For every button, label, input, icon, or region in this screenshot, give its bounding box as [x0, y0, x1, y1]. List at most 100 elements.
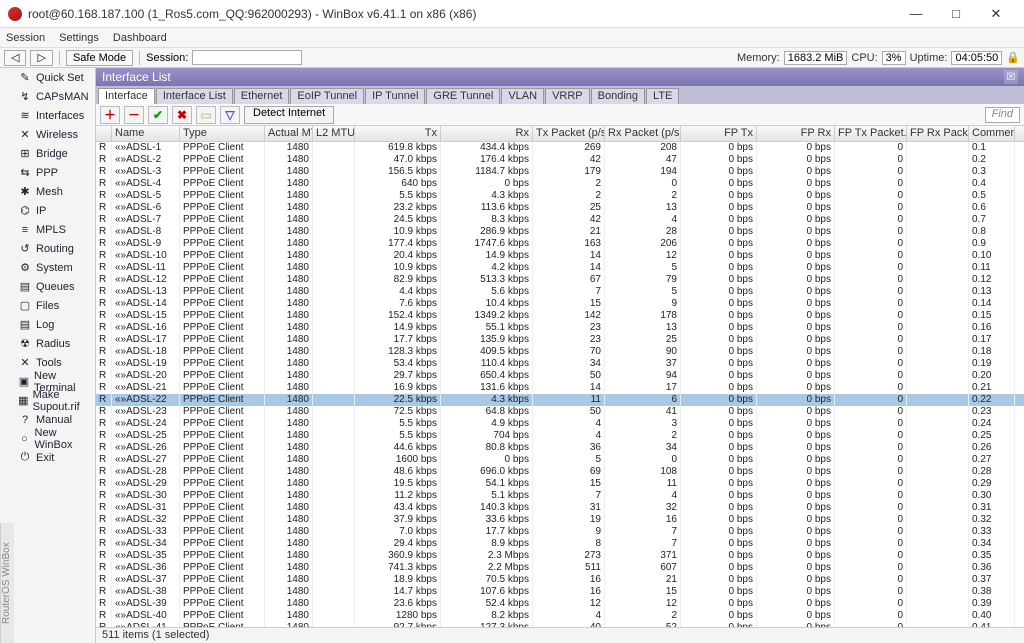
comment-button[interactable]: ▭: [196, 106, 216, 124]
remove-button[interactable]: －: [124, 106, 144, 124]
table-row[interactable]: R«»ADSL-37PPPoE Client148018.9 kbps70.5 …: [96, 574, 1024, 586]
table-row[interactable]: R«»ADSL-36PPPoE Client1480741.3 kbps2.2 …: [96, 562, 1024, 574]
sidebar-item-queues[interactable]: ▤Queues: [14, 277, 95, 296]
col-header[interactable]: Tx Packet (p/s): [533, 126, 605, 141]
table-row[interactable]: R«»ADSL-12PPPoE Client148082.9 kbps513.3…: [96, 274, 1024, 286]
table-row[interactable]: R«»ADSL-20PPPoE Client148029.7 kbps650.4…: [96, 370, 1024, 382]
table-row[interactable]: R«»ADSL-40PPPoE Client14801280 bps8.2 kb…: [96, 610, 1024, 622]
add-button[interactable]: ＋: [100, 106, 120, 124]
sidebar-item-routing[interactable]: ↺Routing: [14, 239, 95, 258]
col-header[interactable]: Name: [112, 126, 180, 141]
sidebar-item-bridge[interactable]: ⊞Bridge: [14, 144, 95, 163]
session-input[interactable]: [192, 50, 302, 65]
sidebar-item-wireless[interactable]: ✕Wireless: [14, 125, 95, 144]
maximize-button[interactable]: □: [936, 1, 976, 27]
grid-body[interactable]: R«»ADSL-1PPPoE Client1480619.8 kbps434.4…: [96, 142, 1024, 627]
sidebar-item-ip[interactable]: ⌬IP: [14, 201, 95, 220]
table-row[interactable]: R«»ADSL-19PPPoE Client148053.4 kbps110.4…: [96, 358, 1024, 370]
tab-ip-tunnel[interactable]: IP Tunnel: [365, 88, 425, 104]
tab-ethernet[interactable]: Ethernet: [234, 88, 290, 104]
safe-mode-button[interactable]: Safe Mode: [66, 50, 133, 66]
col-header[interactable]: Tx: [355, 126, 441, 141]
table-row[interactable]: R«»ADSL-31PPPoE Client148043.4 kbps140.3…: [96, 502, 1024, 514]
col-header[interactable]: Rx: [441, 126, 533, 141]
back-button[interactable]: ◁: [4, 50, 26, 66]
table-row[interactable]: R«»ADSL-39PPPoE Client148023.6 kbps52.4 …: [96, 598, 1024, 610]
inner-window-header[interactable]: Interface List ☒: [96, 68, 1024, 86]
enable-button[interactable]: ✔: [148, 106, 168, 124]
table-row[interactable]: R«»ADSL-4PPPoE Client1480640 bps0 bps200…: [96, 178, 1024, 190]
tab-lte[interactable]: LTE: [646, 88, 679, 104]
table-row[interactable]: R«»ADSL-24PPPoE Client14805.5 kbps4.9 kb…: [96, 418, 1024, 430]
col-header[interactable]: Actual MTU: [265, 126, 313, 141]
col-header[interactable]: Type: [180, 126, 265, 141]
table-row[interactable]: R«»ADSL-32PPPoE Client148037.9 kbps33.6 …: [96, 514, 1024, 526]
table-row[interactable]: R«»ADSL-29PPPoE Client148019.5 kbps54.1 …: [96, 478, 1024, 490]
tab-vlan[interactable]: VLAN: [501, 88, 544, 104]
col-header[interactable]: L2 MTU: [313, 126, 355, 141]
tab-interface-list[interactable]: Interface List: [156, 88, 233, 104]
table-row[interactable]: R«»ADSL-2PPPoE Client148047.0 kbps176.4 …: [96, 154, 1024, 166]
col-header[interactable]: FP Rx Packet...: [907, 126, 969, 141]
table-row[interactable]: R«»ADSL-27PPPoE Client14801600 bps0 bps5…: [96, 454, 1024, 466]
table-row[interactable]: R«»ADSL-34PPPoE Client148029.4 kbps8.9 k…: [96, 538, 1024, 550]
table-row[interactable]: R«»ADSL-13PPPoE Client14804.4 kbps5.6 kb…: [96, 286, 1024, 298]
sidebar-item-interfaces[interactable]: ≋Interfaces: [14, 106, 95, 125]
table-row[interactable]: R«»ADSL-14PPPoE Client14807.6 kbps10.4 k…: [96, 298, 1024, 310]
menu-session[interactable]: Session: [6, 32, 45, 44]
table-row[interactable]: R«»ADSL-33PPPoE Client14807.0 kbps17.7 k…: [96, 526, 1024, 538]
table-row[interactable]: R«»ADSL-41PPPoE Client148092.7 kbps127.3…: [96, 622, 1024, 627]
inner-close-button[interactable]: ☒: [1004, 70, 1018, 84]
col-header[interactable]: [96, 126, 112, 141]
table-row[interactable]: R«»ADSL-21PPPoE Client148016.9 kbps131.6…: [96, 382, 1024, 394]
table-row[interactable]: R«»ADSL-1PPPoE Client1480619.8 kbps434.4…: [96, 142, 1024, 154]
menu-dashboard[interactable]: Dashboard: [113, 32, 167, 44]
tab-eoip-tunnel[interactable]: EoIP Tunnel: [290, 88, 364, 104]
sidebar-item-mpls[interactable]: ≡MPLS: [14, 220, 95, 239]
table-row[interactable]: R«»ADSL-17PPPoE Client148017.7 kbps135.9…: [96, 334, 1024, 346]
filter-button[interactable]: ▽: [220, 106, 240, 124]
find-input[interactable]: Find: [985, 107, 1020, 123]
table-row[interactable]: R«»ADSL-35PPPoE Client1480360.9 kbps2.3 …: [96, 550, 1024, 562]
table-row[interactable]: R«»ADSL-11PPPoE Client148010.9 kbps4.2 k…: [96, 262, 1024, 274]
col-header[interactable]: FP Tx Packet...: [835, 126, 907, 141]
col-header[interactable]: FP Tx: [681, 126, 757, 141]
table-row[interactable]: R«»ADSL-30PPPoE Client148011.2 kbps5.1 k…: [96, 490, 1024, 502]
sidebar-item-ppp[interactable]: ⇆PPP: [14, 163, 95, 182]
table-row[interactable]: R«»ADSL-5PPPoE Client14805.5 kbps4.3 kbp…: [96, 190, 1024, 202]
col-header[interactable]: FP Rx: [757, 126, 835, 141]
sidebar-item-files[interactable]: ▢Files: [14, 296, 95, 315]
table-row[interactable]: R«»ADSL-8PPPoE Client148010.9 kbps286.9 …: [96, 226, 1024, 238]
table-row[interactable]: R«»ADSL-18PPPoE Client1480128.3 kbps409.…: [96, 346, 1024, 358]
tab-vrrp[interactable]: VRRP: [545, 88, 590, 104]
table-row[interactable]: R«»ADSL-3PPPoE Client1480156.5 kbps1184.…: [96, 166, 1024, 178]
table-row[interactable]: R«»ADSL-6PPPoE Client148023.2 kbps113.6 …: [96, 202, 1024, 214]
table-row[interactable]: R«»ADSL-7PPPoE Client148024.5 kbps8.3 kb…: [96, 214, 1024, 226]
sidebar-item-radius[interactable]: ☢Radius: [14, 334, 95, 353]
tab-gre-tunnel[interactable]: GRE Tunnel: [426, 88, 500, 104]
table-row[interactable]: R«»ADSL-28PPPoE Client148048.6 kbps696.0…: [96, 466, 1024, 478]
sidebar-item-quick-set[interactable]: ✎Quick Set: [14, 68, 95, 87]
table-row[interactable]: R«»ADSL-25PPPoE Client14805.5 kbps704 bp…: [96, 430, 1024, 442]
col-header[interactable]: Comment ▼: [969, 126, 1015, 141]
table-row[interactable]: R«»ADSL-15PPPoE Client1480152.4 kbps1349…: [96, 310, 1024, 322]
minimize-button[interactable]: —: [896, 1, 936, 27]
forward-button[interactable]: ▷: [30, 50, 52, 66]
menu-settings[interactable]: Settings: [59, 32, 99, 44]
detect-internet-button[interactable]: Detect Internet: [244, 106, 334, 124]
sidebar-item-capsman[interactable]: ↯CAPsMAN: [14, 87, 95, 106]
sidebar-item-system[interactable]: ⚙System: [14, 258, 95, 277]
table-row[interactable]: R«»ADSL-16PPPoE Client148014.9 kbps55.1 …: [96, 322, 1024, 334]
table-row[interactable]: R«»ADSL-9PPPoE Client1480177.4 kbps1747.…: [96, 238, 1024, 250]
sidebar-item-log[interactable]: ▤Log: [14, 315, 95, 334]
tab-interface[interactable]: Interface: [98, 88, 155, 104]
table-row[interactable]: R«»ADSL-38PPPoE Client148014.7 kbps107.6…: [96, 586, 1024, 598]
table-row[interactable]: R«»ADSL-26PPPoE Client148044.6 kbps80.8 …: [96, 442, 1024, 454]
close-button[interactable]: ✕: [976, 1, 1016, 27]
sidebar-item-exit[interactable]: ⏻Exit: [14, 448, 95, 467]
sidebar-item-mesh[interactable]: ✱Mesh: [14, 182, 95, 201]
table-row[interactable]: R«»ADSL-22PPPoE Client148022.5 kbps4.3 k…: [96, 394, 1024, 406]
table-row[interactable]: R«»ADSL-23PPPoE Client148072.5 kbps64.8 …: [96, 406, 1024, 418]
col-header[interactable]: Rx Packet (p/s): [605, 126, 681, 141]
table-row[interactable]: R«»ADSL-10PPPoE Client148020.4 kbps14.9 …: [96, 250, 1024, 262]
